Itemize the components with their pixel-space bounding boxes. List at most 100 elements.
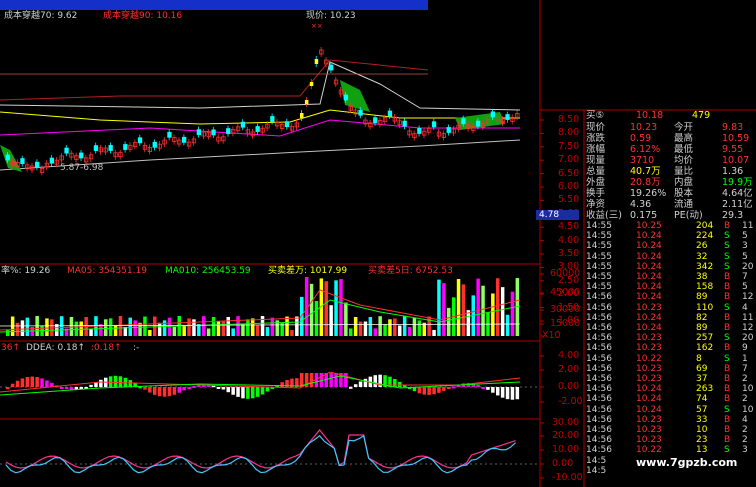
ddea-bar <box>451 386 456 389</box>
volume-bar <box>246 319 250 336</box>
quote-value: 20.8万 <box>630 177 661 188</box>
ddea-bar <box>45 380 49 387</box>
volume-bar <box>368 317 373 336</box>
ma-line-white <box>0 61 521 111</box>
price-axis-label: 7.50 <box>558 140 580 152</box>
ddea-bar <box>500 387 505 398</box>
buy5-row[interactable]: 买⑤ 10.18 479 <box>584 110 756 122</box>
tick-direction: B <box>724 282 731 293</box>
tick-row: 14:56 10.24 82 B 11 <box>584 313 756 323</box>
quote-row: 净资 4.36 流通 2.11亿 <box>584 199 756 210</box>
candle <box>240 121 246 128</box>
candle <box>181 136 187 143</box>
volume-axis-label: X10 <box>542 330 561 341</box>
tick-time: 14:56 <box>586 394 612 405</box>
ddea-bar <box>309 373 314 387</box>
tick-row: 14:55 10.24 38 B 7 <box>584 272 756 282</box>
tick-time: 14:56 <box>586 302 612 313</box>
ddea-bar <box>128 380 132 387</box>
tick-direction: B <box>724 272 731 282</box>
candle <box>226 128 231 134</box>
quote-label: 涨跌 <box>586 133 606 144</box>
tick-row: 14:55 10.24 158 B 5 <box>584 282 756 292</box>
tick-time: 14:55 <box>586 282 612 293</box>
ddea-bar <box>476 384 480 387</box>
volume-bar <box>290 329 294 336</box>
quote-label: 外盘 <box>586 177 606 188</box>
candle <box>167 131 172 138</box>
quote-value: 4.64亿 <box>722 188 753 199</box>
volume-bar <box>133 320 137 336</box>
volume-bar <box>373 328 377 336</box>
buy5-volume: 479 <box>692 110 711 121</box>
ddea-bar <box>143 387 147 390</box>
tick-direction: S <box>724 353 730 364</box>
volume-bar <box>255 325 260 336</box>
candle <box>309 82 314 86</box>
tick-volume: 89 <box>696 292 708 303</box>
tick-price: 10.24 <box>636 394 662 405</box>
tick-direction: B <box>724 363 731 374</box>
tick-count: 12 <box>742 292 754 303</box>
candle <box>284 121 290 128</box>
ddea-bar <box>35 377 39 387</box>
volume-bar <box>510 291 515 336</box>
tick-time: 14:56 <box>586 343 612 354</box>
tick-row: 14:56 10.24 89 B 12 <box>584 323 756 333</box>
ddea-bar <box>172 387 177 395</box>
tick-price: 10.22 <box>636 353 662 364</box>
tick-count: 11 <box>742 312 754 323</box>
ddea-bar <box>187 387 191 389</box>
quote-label: 换手 <box>586 188 606 199</box>
ddea-bar <box>89 384 93 387</box>
tick-time: 14:56 <box>586 445 612 456</box>
volume-bar <box>251 318 255 336</box>
osc-axis-label: 20.00 <box>552 430 580 441</box>
tick-price: 10.24 <box>636 231 662 242</box>
volume-bar <box>172 326 177 336</box>
quote-value: 9.55 <box>722 144 744 155</box>
quote-value: 10.59 <box>722 133 750 144</box>
ddea-bar <box>260 387 265 395</box>
tick-price: 10.25 <box>636 221 662 231</box>
tick-price: 10.24 <box>636 261 662 272</box>
price-axis-label: 6.00 <box>558 181 580 192</box>
quote-value: 19.26% <box>630 188 667 199</box>
buy-sell-diff5-label: 买卖差5日: 6752.53 <box>368 266 453 276</box>
ma010-label: MA010: 256453.59 <box>165 266 251 276</box>
tick-count: 2 <box>742 374 748 384</box>
ddea-line-green <box>0 375 521 396</box>
tick-direction: B <box>724 312 731 323</box>
tick-price: 10.24 <box>636 292 662 303</box>
ddea-bar <box>182 387 186 391</box>
tick-time: 14:56 <box>586 414 612 425</box>
tick-time: 14:5 <box>586 465 607 476</box>
volume-bar <box>398 325 402 336</box>
volume-bar <box>505 314 510 336</box>
tick-time: 14:56 <box>586 425 612 435</box>
volume-bar <box>427 316 431 336</box>
tick-time: 14:56 <box>586 353 612 364</box>
ddea-bar <box>153 387 157 395</box>
volume-bar <box>6 330 10 336</box>
tick-time: 14:55 <box>586 272 612 282</box>
tick-row: 14:56 10.24 263 B 10 <box>584 384 756 394</box>
candle <box>123 144 128 150</box>
volume-bar <box>104 319 108 336</box>
ddea-bar <box>25 376 30 387</box>
candle <box>387 110 393 117</box>
candle <box>446 127 451 133</box>
price-axis-label: 8.50 <box>558 114 580 125</box>
volume-bar <box>417 320 422 336</box>
volume-bar <box>324 281 328 336</box>
volume-bar <box>456 279 461 336</box>
tick-row: 14:56 10.23 10 B 2 <box>584 425 756 435</box>
ddea-bar <box>236 387 240 397</box>
tick-time: 14:56 <box>586 384 612 395</box>
ddea-axis-label: 0.00 <box>558 381 580 392</box>
candle <box>152 141 157 148</box>
tick-direction: B <box>724 374 731 384</box>
tick-price: 10.24 <box>636 272 662 282</box>
tick-row: 14:55 10.24 342 S 20 <box>584 262 756 272</box>
tick-row: 14:56 10.23 162 B 9 <box>584 343 756 353</box>
